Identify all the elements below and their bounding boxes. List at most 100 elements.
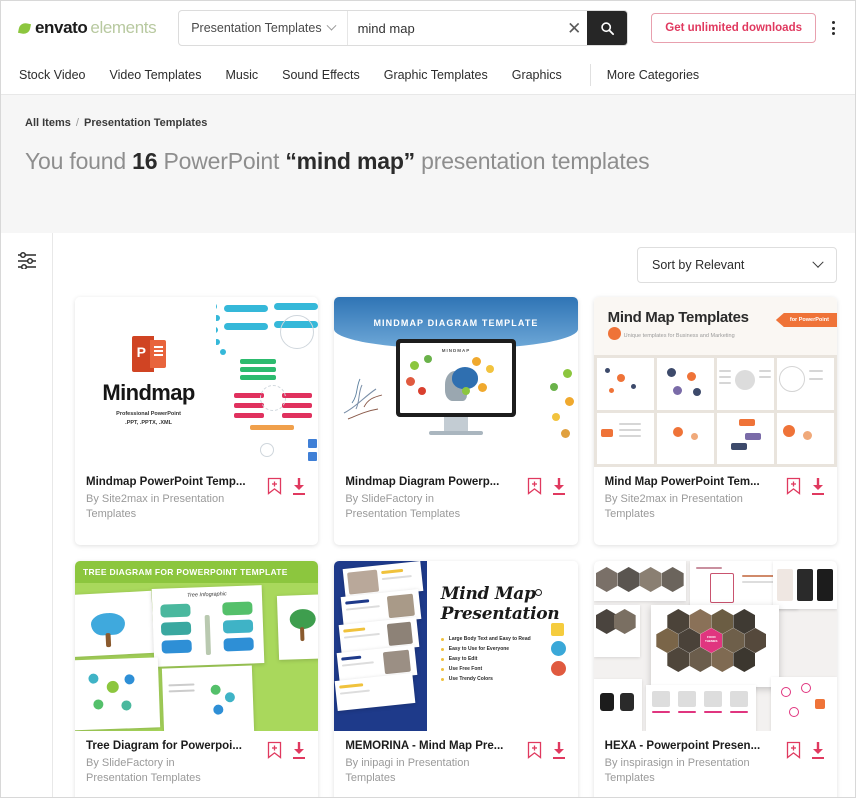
card-thumbnail[interactable]: Mind Map Presentation Large Body Text an… (334, 561, 578, 731)
card-title[interactable]: Mindmap Diagram Powerp... (345, 476, 520, 488)
thumb-headline-2: Presentation (440, 603, 560, 624)
card-title[interactable]: Mindmap PowerPoint Temp... (86, 476, 261, 488)
card-author-line1: By Site2max in Presentation (86, 493, 225, 505)
card-author: By inipagi in Presentation Templates (345, 756, 520, 786)
bookmark-plus-icon[interactable] (786, 477, 801, 496)
sort-row: Sort by Relevant (75, 247, 837, 283)
slide-thumb-main: Tree Infographic (151, 585, 265, 667)
breadcrumb-presentation-templates[interactable]: Presentation Templates (84, 117, 207, 129)
monitor-screen: MINDMAP (395, 339, 516, 417)
search-submit-button[interactable] (587, 11, 628, 45)
envato-elements-logo[interactable]: envato elements (17, 18, 157, 38)
slide-thumb (772, 561, 837, 609)
result-card[interactable]: TREE DIAGRAM FOR POWERPOINT TEMPLATE Tre… (75, 561, 319, 797)
kebab-menu-icon[interactable] (826, 17, 841, 39)
results-count: 16 (132, 148, 158, 174)
heading-query: “mind map” (285, 148, 415, 174)
card-text: HEXA - Powerpoint Presen... By inspirasi… (604, 740, 780, 797)
breadcrumb-all-items[interactable]: All Items (25, 117, 71, 129)
for-powerpoint-badge: for PowerPoint (775, 313, 837, 327)
bookmark-plus-icon[interactable] (786, 741, 801, 760)
search-category-dropdown[interactable]: Presentation Templates (179, 11, 348, 45)
result-card[interactable]: Mind Map Templates Unique templates for … (593, 297, 837, 545)
card-body: Tree Diagram for Powerpoi... By SlideFac… (75, 731, 318, 797)
result-card[interactable]: P Mindmap Professional PowerPoint .PPT, … (75, 297, 319, 545)
clear-search-icon[interactable]: ✕ (561, 11, 587, 45)
powerpoint-icon: P (131, 336, 166, 373)
download-icon[interactable] (810, 741, 826, 760)
card-text: Tree Diagram for Powerpoi... By SlideFac… (86, 740, 261, 797)
thumb-headline: TREE DIAGRAM FOR POWERPOINT TEMPLATE (83, 567, 288, 577)
get-unlimited-downloads-button[interactable]: Get unlimited downloads (651, 13, 816, 43)
chevron-down-icon (326, 20, 337, 31)
thumb-left: P Mindmap Professional PowerPoint .PPT, … (75, 297, 216, 467)
monitor-mockup: MINDMAP (395, 339, 516, 435)
slide-thumb (645, 685, 756, 731)
download-icon[interactable] (551, 741, 567, 760)
card-author-line1: By SlideFactory in (86, 757, 175, 769)
thumb-banner: Mind Map Templates Unique templates for … (593, 297, 837, 355)
slide-thumb (593, 605, 640, 657)
thumb-subline: Unique templates for Business and Market… (623, 333, 735, 339)
card-author-line2: Templates (86, 508, 137, 521)
thumb-sub1: Professional PowerPoint (116, 411, 181, 418)
card-thumbnail[interactable]: MINDMAP DIAGRAM TEMPLATE MINDMAP (334, 297, 578, 467)
download-icon[interactable] (810, 477, 826, 496)
bookmark-plus-icon[interactable] (527, 741, 542, 760)
card-author-line1: By Site2max in Presentation (604, 493, 743, 505)
nav-item-graphics[interactable]: Graphics (512, 68, 578, 82)
card-thumbnail[interactable]: P Mindmap Professional PowerPoint .PPT, … (75, 297, 319, 467)
card-text: Mindmap Diagram Powerp... By SlideFactor… (345, 476, 520, 534)
slide-label: Tree Infographic (186, 591, 227, 599)
card-thumbnail[interactable]: TREE DIAGRAM FOR POWERPOINT TEMPLATE Tre… (75, 561, 319, 731)
heading-suffix: presentation templates (414, 148, 650, 174)
slide-thumb (277, 594, 319, 660)
card-author-line2: Templates (604, 772, 655, 785)
nav-item-music[interactable]: Music (225, 68, 274, 82)
slide-thumb (776, 358, 834, 410)
card-text: MEMORINA - Mind Map Pre... By inipagi in… (345, 740, 520, 797)
slide-thumb (161, 665, 255, 731)
download-icon[interactable] (291, 741, 307, 760)
nav-item-video-templates[interactable]: Video Templates (109, 68, 217, 82)
card-title[interactable]: Mind Map PowerPoint Tem... (605, 476, 780, 488)
nav-item-more-categories[interactable]: More Categories (607, 68, 715, 82)
download-icon[interactable] (291, 477, 307, 496)
slide-thumb (593, 561, 686, 601)
nav-item-sound-effects[interactable]: Sound Effects (282, 68, 376, 82)
filter-sliders-icon[interactable] (17, 251, 37, 269)
feature-item: Use Trendy Colors (440, 676, 578, 682)
search-input[interactable] (357, 20, 552, 36)
results-grid: P Mindmap Professional PowerPoint .PPT, … (75, 297, 837, 797)
result-card[interactable]: Mind Map Presentation Large Body Text an… (334, 561, 578, 797)
thumb-preview-art (216, 297, 319, 467)
card-body: HEXA - Powerpoint Presen... By inspirasi… (594, 731, 837, 797)
bookmark-plus-icon[interactable] (267, 477, 282, 496)
card-author: By Site2max in Presentation Templates (605, 492, 780, 522)
thumb-headline-1: Mind Map (440, 584, 536, 604)
result-card[interactable]: MINDMAP DIAGRAM TEMPLATE MINDMAP Mindmap… (334, 297, 578, 545)
nav-item-graphic-templates[interactable]: Graphic Templates (384, 68, 504, 82)
bookmark-plus-icon[interactable] (527, 477, 542, 496)
result-card[interactable]: FOOD THEMES HEXA - Powerpoint Presen... … (593, 561, 837, 797)
card-author-line2: Templates (345, 772, 396, 785)
card-title[interactable]: HEXA - Powerpoint Presen... (605, 740, 780, 752)
card-thumbnail[interactable]: Mind Map Templates Unique templates for … (593, 297, 837, 467)
hex-photo-grid: FOOD THEMES (651, 605, 780, 687)
card-title[interactable]: MEMORINA - Mind Map Pre... (345, 740, 520, 752)
card-actions (267, 476, 307, 534)
download-icon[interactable] (551, 477, 567, 496)
card-author-line2: Presentation Templates (345, 508, 461, 521)
slide-thumb (776, 412, 834, 464)
slide-thumb (716, 358, 774, 410)
results-main: Sort by Relevant P Mindmap Professional … (53, 233, 855, 797)
heading-prefix: You found (25, 148, 133, 174)
thumb-slides: Tree Infographic (75, 583, 319, 731)
sort-dropdown[interactable]: Sort by Relevant (637, 247, 837, 283)
slide-thumb (770, 677, 837, 731)
nav-item-stock-video[interactable]: Stock Video (19, 68, 101, 82)
bookmark-plus-icon[interactable] (267, 741, 282, 760)
header-right-group: Get unlimited downloads (651, 13, 841, 43)
card-title[interactable]: Tree Diagram for Powerpoi... (86, 740, 261, 752)
card-thumbnail[interactable]: FOOD THEMES (593, 561, 837, 731)
